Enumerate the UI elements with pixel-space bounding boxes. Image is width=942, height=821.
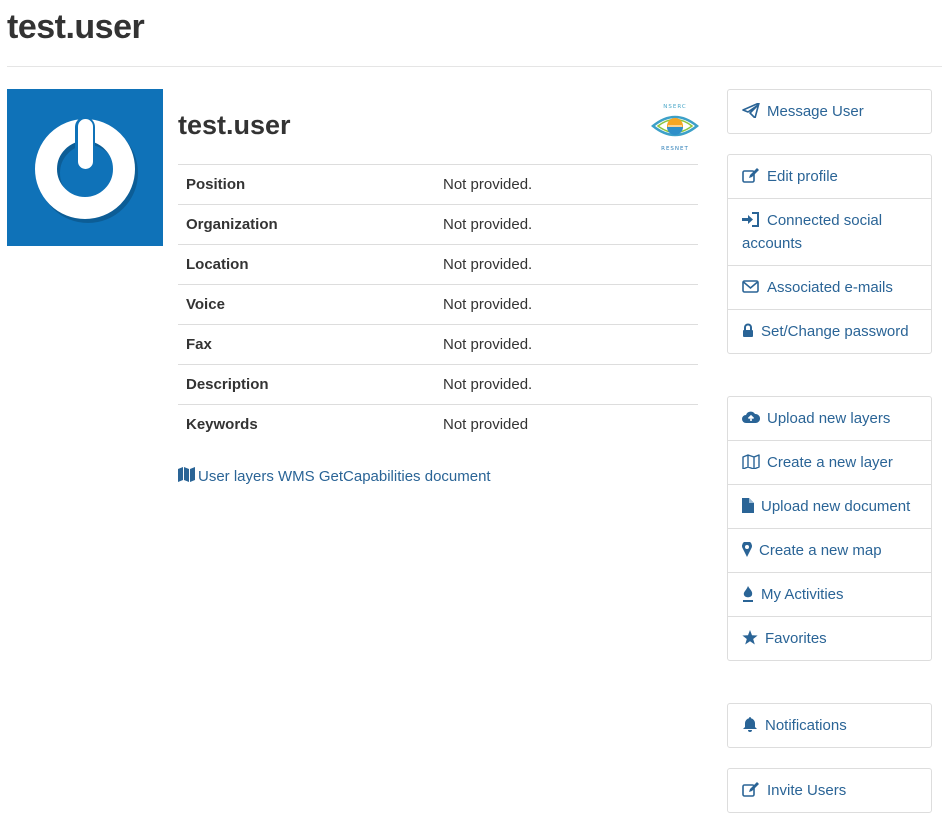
profile-name: test.user <box>178 110 291 140</box>
account-group: Edit profile Connected social accounts A… <box>727 154 932 354</box>
field-value: Not provided. <box>443 336 533 353</box>
wms-link-label: User layers WMS GetCapabilities document <box>198 468 491 485</box>
field-value: Not provided. <box>443 176 533 193</box>
profile-field-row: Organization Not provided. <box>178 204 698 245</box>
profile-field-row: Location Not provided. <box>178 244 698 285</box>
notifications-button[interactable]: Notifications <box>728 704 931 747</box>
power-logo-icon <box>7 89 163 246</box>
profile-field-row: Description Not provided. <box>178 364 698 405</box>
my-activities-label: My Activities <box>761 586 844 603</box>
create-new-map-button[interactable]: Create a new map <box>728 528 931 572</box>
svg-text:RESNET: RESNET <box>661 146 689 152</box>
favorites-label: Favorites <box>765 630 827 647</box>
connected-social-accounts-label: Connected social accounts <box>742 212 883 252</box>
map-icon <box>178 467 195 486</box>
map-marker-icon <box>742 542 752 557</box>
field-value: Not provided. <box>443 216 533 233</box>
fire-icon <box>742 586 754 602</box>
lock-icon <box>742 323 754 338</box>
notifications-group: Notifications <box>727 703 932 748</box>
associated-emails-button[interactable]: Associated e-mails <box>728 265 931 309</box>
profile-field-row: Keywords Not provided <box>178 404 698 445</box>
bell-icon <box>742 717 758 732</box>
field-label: Organization <box>186 216 278 233</box>
upload-new-layers-label: Upload new layers <box>767 410 891 427</box>
avatar <box>7 89 163 246</box>
star-icon <box>742 630 758 645</box>
field-value: Not provided. <box>443 256 533 273</box>
field-value: Not provided <box>443 416 529 433</box>
invite-users-button[interactable]: Invite Users <box>728 769 931 812</box>
field-value: Not provided. <box>443 376 533 393</box>
invite-group: Invite Users <box>727 768 932 813</box>
paper-plane-icon <box>742 103 760 118</box>
field-label: Voice <box>186 296 225 313</box>
edit-icon <box>742 782 760 797</box>
create-new-layer-label: Create a new layer <box>767 454 893 471</box>
set-change-password-button[interactable]: Set/Change password <box>728 309 931 353</box>
content-group: Upload new layers Create a new layer Upl… <box>727 396 932 661</box>
edit-icon <box>742 168 760 183</box>
favorites-button[interactable]: Favorites <box>728 616 931 660</box>
message-user-button[interactable]: Message User <box>728 90 931 133</box>
invite-users-label: Invite Users <box>767 782 847 799</box>
sign-in-icon <box>742 212 760 227</box>
profile-field-row: Position Not provided. <box>178 164 698 205</box>
field-label: Location <box>186 256 249 273</box>
field-label: Position <box>186 176 246 193</box>
edit-profile-label: Edit profile <box>767 168 838 185</box>
upload-new-document-label: Upload new document <box>761 498 911 515</box>
wms-getcapabilities-link[interactable]: User layers WMS GetCapabilities document <box>178 467 491 486</box>
edit-profile-button[interactable]: Edit profile <box>728 155 931 198</box>
profile-info-table: Position Not provided. Organization Not pro… <box>178 164 698 444</box>
notifications-label: Notifications <box>765 717 847 734</box>
set-change-password-label: Set/Change password <box>761 323 909 340</box>
upload-new-document-button[interactable]: Upload new document <box>728 484 931 528</box>
svg-text:NSERC: NSERC <box>663 104 686 110</box>
resnet-badge-icon: NSERC RESNET <box>650 102 700 152</box>
profile-field-row: Fax Not provided. <box>178 324 698 365</box>
associated-emails-label: Associated e-mails <box>767 279 893 296</box>
create-new-layer-button[interactable]: Create a new layer <box>728 440 931 484</box>
field-label: Description <box>186 376 269 393</box>
message-user-label: Message User <box>767 103 864 120</box>
message-group: Message User <box>727 89 932 134</box>
field-label: Keywords <box>186 416 258 433</box>
field-value: Not provided. <box>443 296 533 313</box>
my-activities-button[interactable]: My Activities <box>728 572 931 616</box>
profile-field-row: Voice Not provided. <box>178 284 698 325</box>
envelope-icon <box>742 279 760 294</box>
map-outline-icon <box>742 454 760 469</box>
title-divider <box>7 66 942 67</box>
page-title: test.user <box>7 8 145 46</box>
file-icon <box>742 498 754 513</box>
connected-social-accounts-button[interactable]: Connected social accounts <box>728 198 931 265</box>
upload-new-layers-button[interactable]: Upload new layers <box>728 397 931 440</box>
cloud-upload-icon <box>742 410 760 425</box>
field-label: Fax <box>186 336 212 353</box>
create-new-map-label: Create a new map <box>759 542 882 559</box>
